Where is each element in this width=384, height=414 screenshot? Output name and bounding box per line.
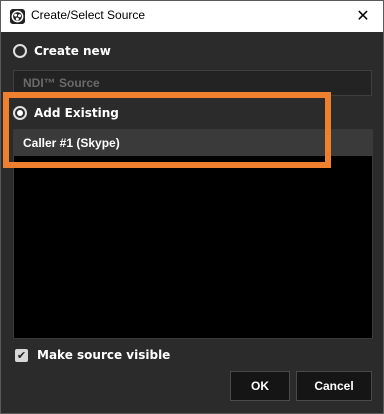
source-name-input[interactable] xyxy=(13,70,372,96)
list-item-label: Caller #1 (Skype) xyxy=(23,136,120,150)
close-button[interactable]: ✕ xyxy=(352,5,374,27)
make-visible-option[interactable]: ✔ Make source visible xyxy=(15,348,170,362)
window-title: Create/Select Source xyxy=(31,8,146,22)
create-new-radio-option[interactable]: Create new xyxy=(13,44,111,58)
ok-button[interactable]: OK xyxy=(230,371,290,401)
checkmark-icon: ✔ xyxy=(16,348,27,362)
existing-sources-list[interactable]: Caller #1 (Skype) xyxy=(13,129,373,339)
close-icon: ✕ xyxy=(356,6,370,25)
create-new-label: Create new xyxy=(34,44,111,58)
cancel-button[interactable]: Cancel xyxy=(296,371,372,401)
title-bar: Create/Select Source ✕ xyxy=(1,1,383,32)
add-existing-label: Add Existing xyxy=(34,106,119,120)
add-existing-radio-button[interactable] xyxy=(13,106,27,120)
create-new-radio-button[interactable] xyxy=(13,44,27,58)
list-item[interactable]: Caller #1 (Skype) xyxy=(14,130,372,156)
make-visible-checkbox[interactable]: ✔ xyxy=(15,348,28,362)
make-visible-label: Make source visible xyxy=(37,348,171,362)
create-select-source-dialog: Create/Select Source ✕ Create new Add Ex… xyxy=(0,0,384,414)
obs-logo-icon xyxy=(10,9,25,24)
add-existing-radio-option[interactable]: Add Existing xyxy=(13,106,119,120)
